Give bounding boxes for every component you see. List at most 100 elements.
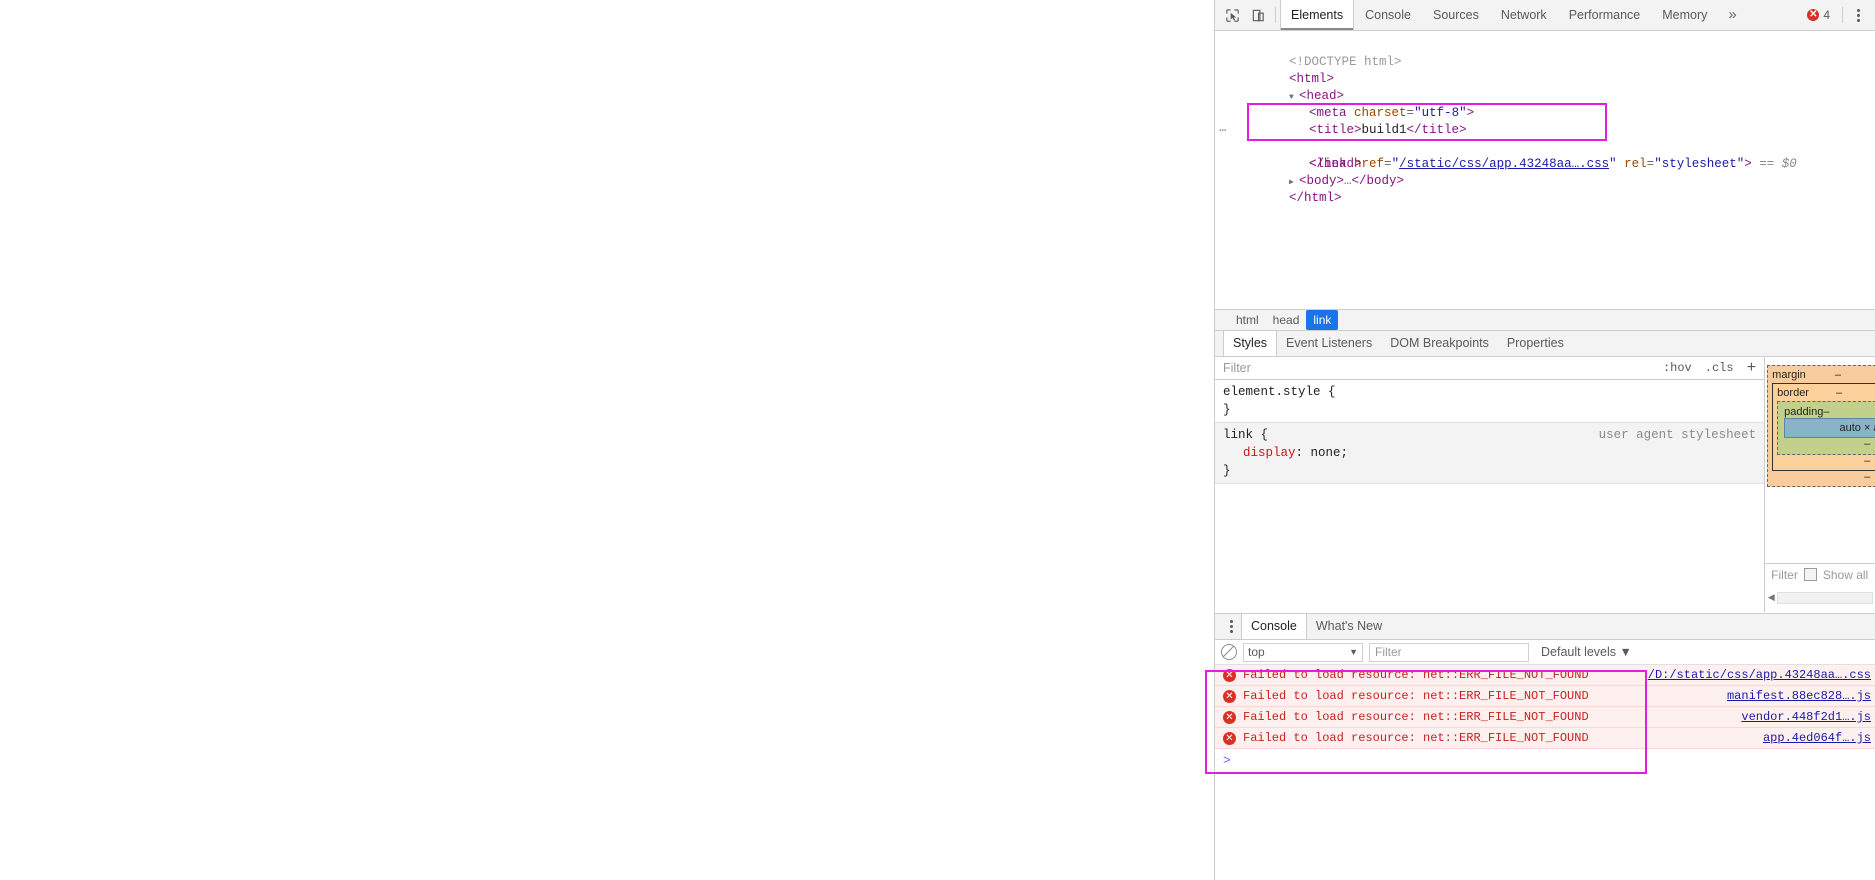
tab-memory[interactable]: Memory [1651, 0, 1718, 30]
console-levels-dropdown[interactable]: Default levels ▼ [1541, 645, 1632, 659]
console-context-select[interactable]: top ▼ [1243, 642, 1363, 662]
css-rules-column: Filter :hov .cls + element.style { } use… [1215, 357, 1766, 612]
box-model-border-label: border [1777, 387, 1809, 399]
breadcrumb-item-head[interactable]: head [1266, 310, 1307, 330]
computed-styles-filter-row: Filter Show all [1765, 563, 1875, 585]
breadcrumb-item-html[interactable]: html [1229, 310, 1266, 330]
box-model-border-value[interactable]: – [1836, 387, 1842, 399]
user-agent-stylesheet-label: user agent stylesheet [1598, 428, 1757, 442]
dom-line-head-close: </head> [1215, 139, 1875, 171]
tab-sources[interactable]: Sources [1422, 0, 1490, 30]
css-rule-element-style[interactable]: element.style { } [1215, 380, 1764, 422]
new-style-rule-button[interactable]: + [1747, 360, 1757, 376]
console-message-list: ✕ Failed to load resource: net::ERR_FILE… [1215, 665, 1875, 749]
dom-line-html-open[interactable]: <html> [1215, 54, 1875, 86]
tab-performance[interactable]: Performance [1558, 0, 1652, 30]
tab-event-listeners[interactable]: Event Listeners [1277, 331, 1381, 356]
line-overflow-ellipsis-icon[interactable]: ⋯ [1219, 123, 1227, 140]
console-message-source-link[interactable]: app.4ed064f….js [1763, 731, 1875, 745]
box-model-margin-bottom[interactable]: – [1772, 471, 1875, 483]
console-levels-label: Default levels [1541, 645, 1617, 659]
styles-filter-input[interactable]: Filter [1223, 361, 1251, 375]
drawer-kebab-menu-icon[interactable] [1221, 616, 1241, 638]
show-all-label: Show all [1822, 567, 1869, 582]
dom-line-meta[interactable]: <meta charset="utf-8"> [1215, 88, 1875, 120]
error-x-icon: ✕ [1223, 710, 1236, 724]
error-x-icon: ✕ [1807, 9, 1820, 21]
console-message-source-link[interactable]: manifest.88ec828….js [1727, 689, 1875, 703]
styles-pane-body: Filter :hov .cls + element.style { } use… [1215, 357, 1875, 612]
tab-properties[interactable]: Properties [1498, 331, 1573, 356]
clear-console-icon[interactable] [1221, 644, 1237, 660]
tab-console[interactable]: Console [1354, 0, 1422, 30]
box-model-margin[interactable]: margin – border – padding– auto × auto –… [1767, 365, 1875, 487]
device-toolbar-icon[interactable] [1245, 3, 1271, 28]
styles-filter-row: Filter :hov .cls + [1215, 357, 1765, 380]
styles-pane-tabs: Styles Event Listeners DOM Breakpoints P… [1215, 331, 1875, 357]
box-model-margin-label: margin [1772, 369, 1806, 381]
tab-styles[interactable]: Styles [1223, 331, 1278, 356]
dom-line-title[interactable]: <title>build1</title> [1215, 105, 1875, 137]
chevron-down-icon: ▼ [1349, 647, 1358, 657]
box-model-column: margin – border – padding– auto × auto –… [1765, 357, 1875, 612]
element-style-close-brace: } [1223, 403, 1231, 417]
show-all-checkbox[interactable] [1803, 568, 1817, 581]
console-message-text: Failed to load resource: net::ERR_FILE_N… [1243, 668, 1589, 682]
declaration-value: none; [1310, 446, 1349, 460]
devtools-tab-list: Elements Console Sources Network Perform… [1280, 0, 1747, 30]
levels-chevron-down-icon: ▼ [1619, 645, 1632, 659]
error-x-icon: ✕ [1223, 689, 1236, 703]
console-message-text: Failed to load resource: net::ERR_FILE_N… [1243, 710, 1589, 724]
box-model-border[interactable]: border – padding– auto × auto – – [1772, 383, 1875, 471]
box-model-padding-bottom[interactable]: – [1784, 438, 1875, 450]
console-prompt[interactable]: > [1215, 749, 1875, 771]
styles-filter-actions: :hov .cls + [1663, 360, 1757, 376]
horizontal-scrollbar[interactable]: ◀ [1765, 591, 1875, 604]
console-message-row[interactable]: ✕ Failed to load resource: net::ERR_FILE… [1215, 665, 1875, 686]
breadcrumb: html head link [1215, 309, 1875, 331]
toolbar-right-divider [1842, 7, 1843, 23]
kebab-menu-icon[interactable] [1849, 3, 1867, 28]
dom-tree[interactable]: <!DOCTYPE html> <html> ▼ <head> <meta cha… [1215, 31, 1875, 309]
cls-toggle-button[interactable]: .cls [1705, 361, 1734, 375]
box-model-padding-value[interactable]: – [1823, 406, 1829, 418]
dom-line-html-close: </html> [1215, 173, 1875, 205]
console-message-row[interactable]: ✕ Failed to load resource: net::ERR_FILE… [1215, 707, 1875, 728]
box-model-diagram[interactable]: margin – border – padding– auto × auto –… [1767, 365, 1875, 487]
tab-elements[interactable]: Elements [1280, 0, 1355, 30]
tab-network[interactable]: Network [1490, 0, 1558, 30]
scroll-left-arrow-icon[interactable]: ◀ [1765, 592, 1777, 603]
screenshot-root: Elements Console Sources Network Perform… [0, 0, 1875, 880]
html-close-tag: </html> [1289, 191, 1342, 205]
scrollbar-track[interactable] [1777, 591, 1873, 604]
box-model-border-bottom[interactable]: – [1777, 455, 1875, 467]
devtools-panel: Elements Console Sources Network Perform… [1205, 0, 1875, 880]
css-rule-link[interactable]: user agent stylesheet link { display: no… [1215, 422, 1765, 484]
console-message-source-link[interactable]: /D:/static/css/app.43248aa….css [1648, 668, 1875, 682]
inspect-cursor-icon[interactable] [1219, 3, 1245, 28]
box-model-margin-value[interactable]: – [1835, 369, 1841, 381]
drawer-tab-whats-new[interactable]: What's New [1307, 614, 1391, 639]
console-toolbar: top ▼ Filter Default levels ▼ [1215, 640, 1875, 665]
browser-page-content [0, 0, 1214, 880]
box-model-padding-label: padding [1784, 406, 1824, 418]
box-model-padding[interactable]: padding– auto × auto – [1777, 401, 1875, 455]
console-message-source-link[interactable]: vendor.448f2d1….js [1741, 710, 1875, 724]
console-message-row[interactable]: ✕ Failed to load resource: net::ERR_FILE… [1215, 728, 1875, 749]
console-message-row[interactable]: ✕ Failed to load resource: net::ERR_FILE… [1215, 686, 1875, 707]
tab-dom-breakpoints[interactable]: DOM Breakpoints [1381, 331, 1498, 356]
dom-line-body[interactable]: ▶ <body>…</body> [1215, 156, 1875, 188]
computed-filter-input[interactable]: Filter [1771, 568, 1798, 582]
breadcrumb-item-link[interactable]: link [1306, 310, 1339, 330]
more-tabs-chevron-icon[interactable]: » [1718, 0, 1746, 30]
box-model-content[interactable]: auto × auto [1784, 418, 1875, 438]
console-prompt-caret-icon: > [1223, 752, 1231, 768]
link-rule-declaration[interactable]: display: none; [1223, 444, 1756, 462]
dom-line-head-open[interactable]: ▼ <head> [1215, 71, 1875, 103]
error-count-badge[interactable]: ✕ 4 [1801, 8, 1836, 22]
declaration-property: display [1243, 446, 1296, 460]
console-filter-input[interactable]: Filter [1369, 642, 1529, 662]
dom-line-link[interactable]: ⋯ <link href="/static/css/app.43248aa….c… [1215, 122, 1875, 171]
hov-toggle-button[interactable]: :hov [1663, 361, 1692, 375]
drawer-tab-console[interactable]: Console [1241, 614, 1307, 639]
